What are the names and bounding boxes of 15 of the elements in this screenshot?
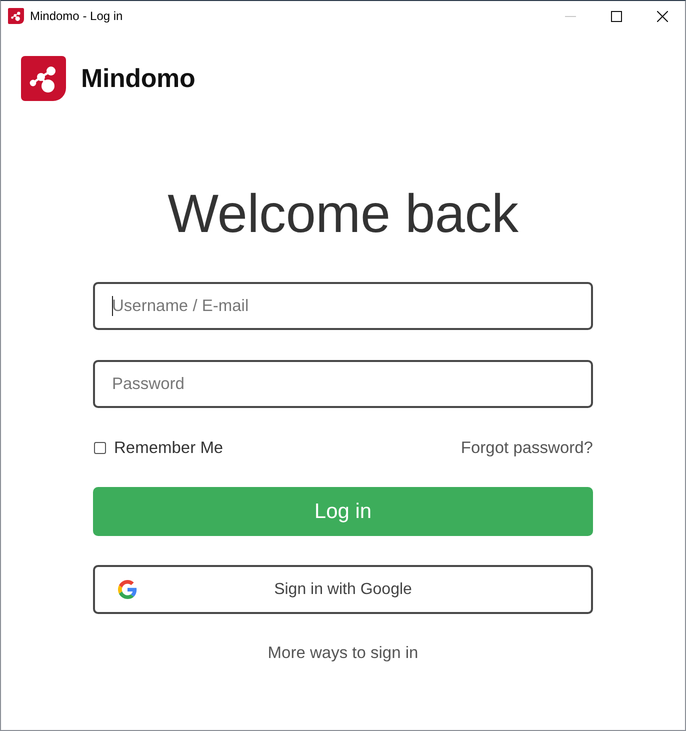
more-sign-in-options-link[interactable]: More ways to sign in — [268, 643, 418, 663]
google-sign-in-button[interactable]: Sign in with Google — [93, 565, 593, 614]
username-field[interactable]: Username / E-mail — [93, 282, 593, 330]
google-icon — [118, 580, 137, 599]
forgot-password-link[interactable]: Forgot password? — [460, 438, 593, 458]
app-icon — [8, 8, 24, 24]
brand-name: Mindomo — [81, 63, 196, 94]
window-title: Mindomo - Log in — [30, 9, 124, 23]
remember-checkbox[interactable] — [94, 442, 106, 454]
maximize-icon — [610, 10, 622, 22]
page-heading: Welcome back — [168, 183, 518, 245]
app-logo-icon — [21, 56, 66, 101]
remember-label: Remember Me — [114, 438, 224, 458]
close-icon — [656, 10, 668, 22]
password-field[interactable]: Password — [93, 360, 593, 408]
